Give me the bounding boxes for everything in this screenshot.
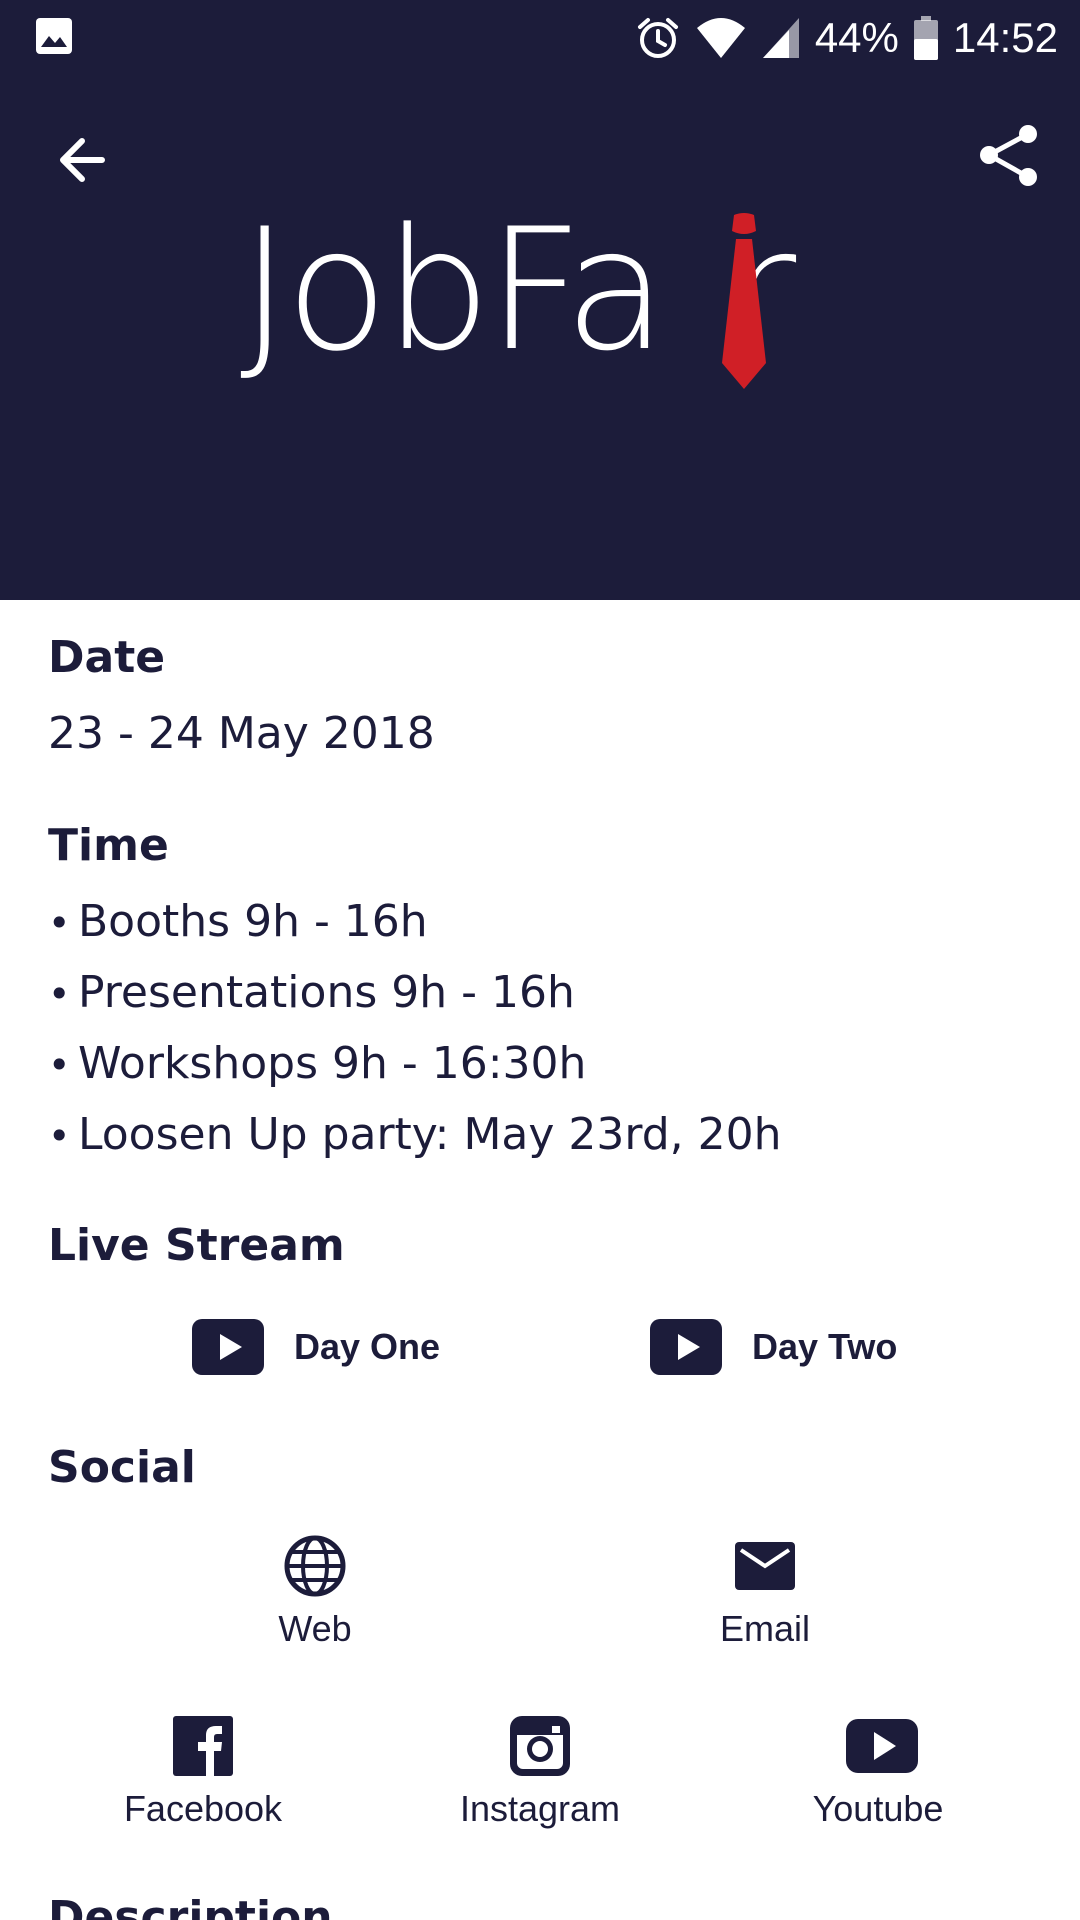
battery-percent: 44%	[814, 14, 899, 61]
social-instagram-label: Instagram	[459, 1788, 621, 1829]
social-web-link[interactable]: Web	[205, 1534, 425, 1650]
youtube-icon	[846, 1719, 918, 1773]
social-title: Social	[48, 1442, 196, 1493]
date-value: 23 - 24 May 2018	[48, 708, 435, 759]
stream-day-two-button[interactable]: Day Two	[650, 1312, 897, 1382]
social-facebook-label: Facebook	[123, 1788, 283, 1829]
social-email-link[interactable]: Email	[655, 1534, 875, 1650]
jobfair-logo: JobFa r	[240, 195, 840, 395]
time-title: Time	[48, 820, 169, 871]
social-instagram-link[interactable]: Instagram	[430, 1714, 650, 1830]
stream-day-one-button[interactable]: Day One	[192, 1312, 440, 1382]
alarm-icon	[637, 18, 678, 58]
time-item-party: • Loosen Up party: May 23rd, 20h	[48, 1109, 782, 1160]
share-button[interactable]	[975, 120, 1045, 190]
email-icon	[735, 1542, 795, 1590]
date-title: Date	[48, 632, 166, 683]
social-facebook-link[interactable]: Facebook	[93, 1714, 313, 1830]
facebook-icon	[173, 1716, 233, 1776]
play-icon	[650, 1319, 722, 1375]
live-stream-title: Live Stream	[48, 1220, 345, 1271]
social-web-label: Web	[278, 1608, 352, 1649]
time-item-workshops: • Workshops 9h - 16:30h	[48, 1038, 587, 1089]
status-right-group: 44% 14:52	[635, 8, 1058, 68]
stream-day-two-label: Day Two	[752, 1326, 898, 1367]
social-youtube-link[interactable]: Youtube	[768, 1714, 988, 1830]
social-youtube-label: Youtube	[812, 1788, 944, 1829]
gallery-icon	[36, 18, 72, 54]
signal-icon	[762, 18, 799, 58]
status-bar: 44% 14:52	[0, 0, 1080, 74]
time-item-booths: • Booths 9h - 16h	[48, 896, 428, 947]
instagram-icon	[510, 1716, 570, 1776]
stream-day-one-label: Day One	[294, 1326, 441, 1367]
time-item-presentations: • Presentations 9h - 16h	[48, 967, 575, 1018]
logo-text: JobFa r	[240, 192, 796, 388]
details-content: Date 23 - 24 May 2018 Time • Booths 9h - …	[0, 600, 1080, 1920]
event-details-screen: 44% 14:52 JobFa r Date 23 - 24 May 2018 …	[0, 0, 1080, 1920]
social-email-label: Email	[719, 1608, 811, 1649]
header-banner: 44% 14:52 JobFa r	[0, 0, 1080, 600]
play-icon	[192, 1319, 264, 1375]
battery-icon	[913, 16, 938, 60]
wifi-icon	[696, 18, 745, 58]
back-button[interactable]	[50, 125, 120, 195]
globe-icon	[284, 1535, 346, 1597]
description-title: Description	[48, 1892, 333, 1920]
clock: 14:52	[952, 14, 1058, 61]
tie-icon	[722, 213, 766, 389]
